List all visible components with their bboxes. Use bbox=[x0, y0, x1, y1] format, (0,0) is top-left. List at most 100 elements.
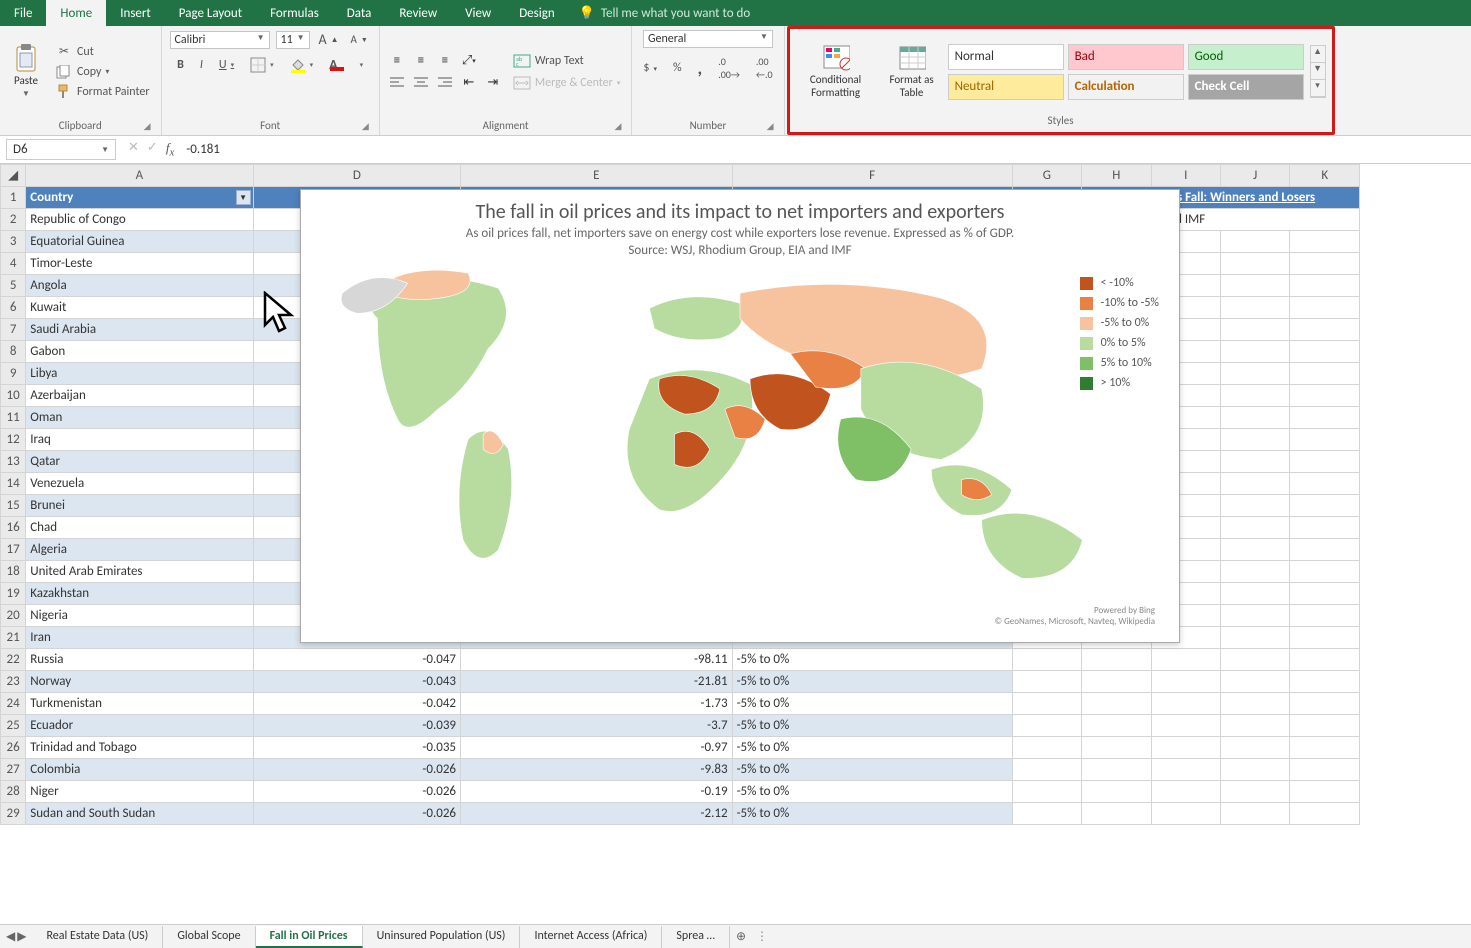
cell[interactable]: Qatar bbox=[26, 451, 253, 473]
percent-format-button[interactable]: % bbox=[670, 60, 685, 76]
ribbon-tab-design[interactable]: Design bbox=[505, 0, 568, 26]
row-header[interactable]: 13 bbox=[1, 451, 26, 473]
copy-button[interactable]: Copy ▾ bbox=[52, 63, 153, 81]
cell[interactable]: -5% to 0% bbox=[732, 693, 1012, 715]
cell-style-normal[interactable]: Normal bbox=[948, 44, 1064, 70]
cell[interactable]: Azerbaijan bbox=[26, 385, 253, 407]
cell[interactable]: Kuwait bbox=[26, 297, 253, 319]
tell-me-search[interactable]: 💡Tell me what you want to do bbox=[569, 2, 761, 25]
row-header[interactable]: 25 bbox=[1, 715, 26, 737]
row-header[interactable]: 18 bbox=[1, 561, 26, 583]
number-format-select[interactable]: General▼ bbox=[643, 30, 773, 48]
cell-style-neutral[interactable]: Neutral bbox=[948, 74, 1064, 100]
row-header[interactable]: 4 bbox=[1, 253, 26, 275]
sheet-tab[interactable]: Uninsured Population (US) bbox=[363, 926, 521, 948]
conditional-formatting-button[interactable]: Conditional Formatting bbox=[796, 42, 876, 100]
cell[interactable]: -0.043 bbox=[253, 671, 460, 693]
cell-style-check[interactable]: Check Cell bbox=[1188, 74, 1304, 100]
row-header[interactable]: 11 bbox=[1, 407, 26, 429]
ribbon-tab-view[interactable]: View bbox=[451, 0, 505, 26]
tab-nav-prev-icon[interactable]: ◀ bbox=[6, 929, 15, 944]
accounting-format-button[interactable]: $ ▾ bbox=[640, 60, 660, 76]
cell[interactable]: United Arab Emirates bbox=[26, 561, 253, 583]
row-header[interactable]: 24 bbox=[1, 693, 26, 715]
cell[interactable]: Trinidad and Tobago bbox=[26, 737, 253, 759]
align-right-icon[interactable] bbox=[436, 75, 454, 91]
decrease-font-button[interactable]: A▼ bbox=[348, 32, 371, 47]
dialog-launcher-icon[interactable]: ◢ bbox=[362, 121, 369, 132]
comma-format-button[interactable]: , bbox=[695, 56, 706, 80]
row-header[interactable]: 27 bbox=[1, 759, 26, 781]
cell[interactable]: -2.12 bbox=[461, 803, 733, 825]
align-center-icon[interactable] bbox=[412, 75, 430, 91]
sheet-tab[interactable]: Global Scope bbox=[163, 926, 255, 948]
name-box[interactable]: D6▼ bbox=[6, 139, 116, 160]
table-header[interactable]: Country▼ bbox=[26, 187, 253, 209]
add-sheet-button[interactable]: ⊕ bbox=[730, 929, 752, 944]
cell[interactable]: -0.039 bbox=[253, 715, 460, 737]
cell[interactable]: -5% to 0% bbox=[732, 649, 1012, 671]
sheet-tab[interactable]: Sprea … bbox=[662, 926, 730, 948]
col-header[interactable]: A bbox=[26, 165, 253, 187]
cell[interactable]: -21.81 bbox=[461, 671, 733, 693]
row-header[interactable]: 14 bbox=[1, 473, 26, 495]
row-header[interactable]: 22 bbox=[1, 649, 26, 671]
row-header[interactable]: 26 bbox=[1, 737, 26, 759]
cell[interactable]: Iran bbox=[26, 627, 253, 649]
cell[interactable]: -5% to 0% bbox=[732, 803, 1012, 825]
sheet-tab[interactable]: Fall in Oil Prices bbox=[256, 926, 363, 948]
row-header[interactable]: 16 bbox=[1, 517, 26, 539]
row-header[interactable]: 10 bbox=[1, 385, 26, 407]
cell[interactable]: Libya bbox=[26, 363, 253, 385]
ribbon-tab-review[interactable]: Review bbox=[385, 0, 451, 26]
align-bottom-icon[interactable]: ≡ bbox=[436, 53, 454, 69]
ribbon-tab-file[interactable]: File bbox=[0, 0, 46, 26]
ribbon-tab-formulas[interactable]: Formulas bbox=[256, 0, 333, 26]
align-left-icon[interactable] bbox=[388, 75, 406, 91]
cut-button[interactable]: ✂Cut bbox=[52, 43, 153, 61]
cell[interactable]: -0.026 bbox=[253, 759, 460, 781]
col-header[interactable]: I bbox=[1151, 165, 1220, 187]
cell[interactable]: Brunei bbox=[26, 495, 253, 517]
dialog-launcher-icon[interactable]: ◢ bbox=[767, 121, 774, 132]
cell[interactable]: Gabon bbox=[26, 341, 253, 363]
cell[interactable]: -98.11 bbox=[461, 649, 733, 671]
row-header[interactable]: 28 bbox=[1, 781, 26, 803]
cell-style-bad[interactable]: Bad bbox=[1068, 44, 1184, 70]
cell[interactable]: -5% to 0% bbox=[732, 737, 1012, 759]
cell[interactable]: -9.83 bbox=[461, 759, 733, 781]
table-row[interactable]: 29Sudan and South Sudan-0.026-2.12-5% to… bbox=[1, 803, 1360, 825]
cell[interactable]: Saudi Arabia bbox=[26, 319, 253, 341]
ribbon-tab-home[interactable]: Home bbox=[46, 0, 106, 26]
cell-style-calc[interactable]: Calculation bbox=[1068, 74, 1184, 100]
cell[interactable]: Timor-Leste bbox=[26, 253, 253, 275]
merge-center-button[interactable]: Merge & Center ▾ bbox=[510, 74, 624, 92]
cell[interactable]: Angola bbox=[26, 275, 253, 297]
borders-button[interactable]: ▾ bbox=[247, 56, 277, 74]
table-row[interactable]: 24Turkmenistan-0.042-1.73-5% to 0% bbox=[1, 693, 1360, 715]
dialog-launcher-icon[interactable]: ◢ bbox=[144, 121, 151, 132]
increase-decimal-button[interactable]: .0.00→ bbox=[715, 54, 743, 82]
cell-style-good[interactable]: Good bbox=[1188, 44, 1304, 70]
format-painter-button[interactable]: Format Painter bbox=[52, 83, 153, 101]
tab-nav-next-icon[interactable]: ▶ bbox=[17, 929, 26, 944]
increase-indent-icon[interactable]: ⇥ bbox=[484, 75, 502, 91]
wrap-text-button[interactable]: abcWrap Text bbox=[510, 52, 624, 70]
map-chart[interactable]: The fall in oil prices and its impact to… bbox=[300, 189, 1180, 643]
col-header[interactable]: K bbox=[1290, 165, 1360, 187]
dialog-launcher-icon[interactable]: ◢ bbox=[614, 121, 621, 132]
cell[interactable]: Iraq bbox=[26, 429, 253, 451]
cell[interactable]: -0.026 bbox=[253, 781, 460, 803]
table-row[interactable]: 23Norway-0.043-21.81-5% to 0% bbox=[1, 671, 1360, 693]
col-header[interactable]: H bbox=[1082, 165, 1151, 187]
row-header[interactable]: 21 bbox=[1, 627, 26, 649]
row-header[interactable]: 20 bbox=[1, 605, 26, 627]
ribbon-tab-data[interactable]: Data bbox=[333, 0, 386, 26]
row-header[interactable]: 5 bbox=[1, 275, 26, 297]
italic-button[interactable]: I bbox=[197, 57, 206, 73]
align-top-icon[interactable]: ≡ bbox=[388, 53, 406, 69]
bold-button[interactable]: B bbox=[174, 57, 187, 73]
cell[interactable]: Venezuela bbox=[26, 473, 253, 495]
cell[interactable]: Algeria bbox=[26, 539, 253, 561]
row-header[interactable]: 1 bbox=[1, 187, 26, 209]
